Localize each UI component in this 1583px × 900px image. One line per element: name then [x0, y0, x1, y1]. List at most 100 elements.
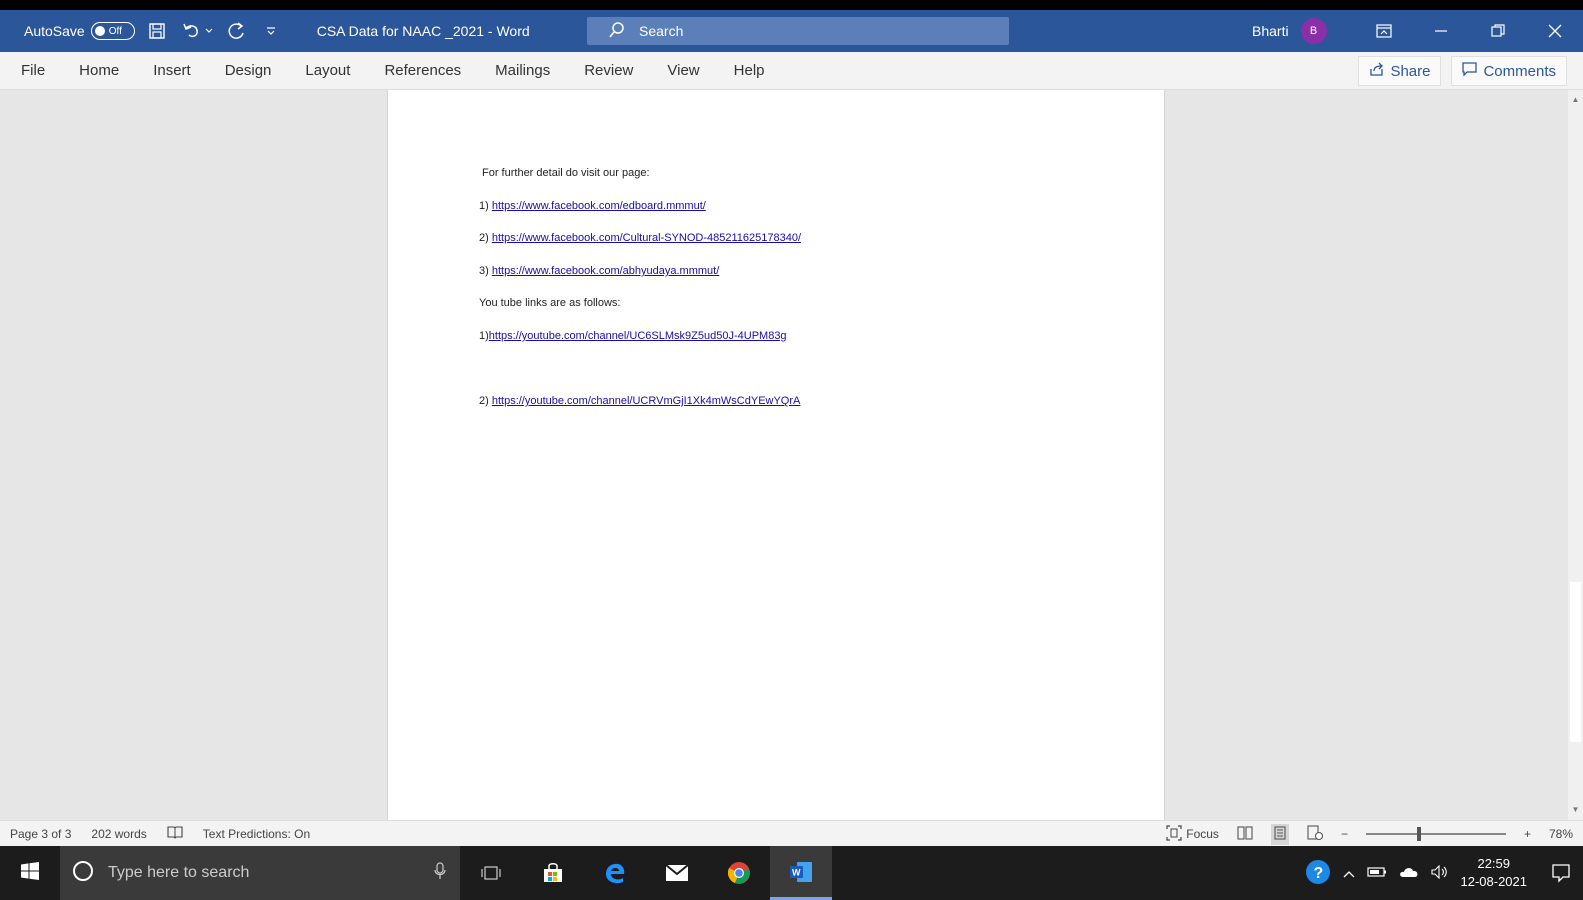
hyperlink[interactable]: https://www.facebook.com/edboard.mmmut/ [492, 200, 706, 212]
undo-dropdown-icon[interactable] [203, 19, 215, 43]
microphone-icon[interactable] [434, 861, 446, 885]
fb-link-line-3: 3) https://www.facebook.com/abhyudaya.mm… [479, 265, 719, 277]
comments-button[interactable]: Comments [1451, 56, 1567, 86]
svg-text:W: W [792, 867, 801, 877]
autosave-label: AutoSave [24, 23, 85, 39]
scroll-up-icon[interactable]: ▲ [1568, 92, 1583, 107]
zoom-out-button[interactable]: − [1341, 827, 1348, 841]
title-bar: AutoSave Off CSA Data for NAAC _2021 - W… [0, 10, 1583, 52]
proofing-book-icon[interactable] [167, 825, 183, 842]
fb-link-line-1: 1) https://www.facebook.com/edboard.mmmu… [479, 200, 706, 212]
document-page[interactable]: For further detail do visit our page: 1)… [387, 90, 1165, 820]
scroll-down-icon[interactable]: ▼ [1568, 802, 1583, 817]
notifications-icon[interactable] [1539, 863, 1583, 883]
edge-browser-icon[interactable] [584, 846, 646, 900]
redo-icon[interactable] [225, 19, 249, 43]
restore-icon[interactable] [1469, 10, 1526, 52]
tab-layout[interactable]: Layout [288, 62, 367, 79]
youtube-intro-text: You tube links are as follows: [479, 297, 620, 309]
tab-design[interactable]: Design [208, 62, 289, 79]
tab-help[interactable]: Help [717, 62, 782, 79]
tab-file[interactable]: File [0, 62, 62, 79]
onedrive-icon[interactable] [1399, 866, 1419, 881]
volume-icon[interactable] [1430, 864, 1449, 882]
search-box[interactable]: Search [587, 17, 1009, 45]
microsoft-store-icon[interactable] [522, 846, 584, 900]
share-label: Share [1390, 62, 1431, 80]
clock[interactable]: 22:59 12-08-2021 [1461, 855, 1528, 891]
undo-icon[interactable] [179, 19, 203, 43]
chrome-icon[interactable] [708, 846, 770, 900]
youtube-intro-content: You tube links are as follows: [479, 297, 621, 309]
cortana-icon [72, 860, 94, 887]
windows-logo-icon [21, 861, 39, 885]
autosave[interactable]: AutoSave Off [24, 22, 135, 40]
status-bar: Page 3 of 3 202 words Text Predictions: … [0, 820, 1583, 846]
page-count[interactable]: Page 3 of 3 [10, 827, 71, 841]
document-canvas[interactable]: For further detail do visit our page: 1)… [0, 90, 1583, 820]
autosave-toggle[interactable]: Off [90, 22, 135, 40]
word-count[interactable]: 202 words [91, 827, 146, 841]
tab-home[interactable]: Home [62, 62, 136, 79]
text-predictions-status[interactable]: Text Predictions: On [203, 827, 310, 841]
clock-date: 12-08-2021 [1460, 874, 1528, 889]
show-hidden-icons-icon[interactable] [1343, 866, 1355, 881]
minimize-icon[interactable] [1412, 10, 1469, 52]
fb-link-line-2: 2) https://www.facebook.com/Cultural-SYN… [479, 232, 801, 244]
print-layout-icon[interactable] [1270, 823, 1289, 845]
close-icon[interactable] [1526, 10, 1583, 52]
svg-text:?: ? [1313, 865, 1323, 882]
list-number: 2) [479, 395, 492, 407]
ribbon-display-options-icon[interactable] [1355, 10, 1412, 52]
customize-toolbar-icon[interactable] [259, 19, 283, 43]
help-app-icon[interactable]: ? [1305, 859, 1331, 888]
hyperlink[interactable]: https://youtube.com/channel/UCRVmGjI1Xk4… [492, 395, 801, 407]
system-tray: ? 22:59 12-08-2021 [1305, 846, 1583, 900]
window-controls [1355, 10, 1583, 52]
zoom-in-button[interactable]: + [1524, 827, 1531, 841]
vertical-scrollbar[interactable]: ▲ ▼ [1568, 90, 1583, 820]
tab-review[interactable]: Review [567, 62, 650, 79]
search-icon [609, 21, 625, 41]
web-layout-icon[interactable] [1307, 824, 1323, 844]
intro-text-content: For further detail do visit our page: [482, 167, 650, 179]
mail-icon[interactable] [646, 846, 708, 900]
avatar[interactable]: B [1300, 18, 1327, 44]
tab-mailings[interactable]: Mailings [478, 62, 567, 79]
word-app-icon[interactable]: W [770, 846, 832, 900]
zoom-slider[interactable] [1365, 827, 1506, 841]
share-button[interactable]: Share [1358, 56, 1442, 86]
zoom-slider-thumb[interactable] [1416, 827, 1421, 841]
list-number: 2) [479, 232, 492, 244]
account[interactable]: Bharti B [1252, 10, 1327, 52]
ribbon-actions: Share Comments [1358, 56, 1567, 86]
tab-view[interactable]: View [650, 62, 716, 79]
tab-references[interactable]: References [367, 62, 478, 79]
read-mode-icon[interactable] [1237, 825, 1253, 843]
zoom-level[interactable]: 78% [1549, 827, 1573, 841]
task-view-icon[interactable] [460, 846, 522, 900]
ribbon-menu: File Home Insert Design Layout Reference… [0, 52, 1583, 90]
tab-insert[interactable]: Insert [136, 62, 208, 79]
scroll-thumb[interactable] [1570, 582, 1581, 742]
share-icon [1369, 62, 1384, 81]
comment-icon [1462, 62, 1478, 80]
list-number: 3) [479, 265, 492, 277]
save-icon[interactable] [145, 19, 169, 43]
hyperlink[interactable]: https://www.facebook.com/Cultural-SYNOD-… [492, 232, 801, 244]
document-title: CSA Data for NAAC _2021 - Word [316, 23, 530, 39]
hyperlink[interactable]: https://youtube.com/channel/UC6SLMsk9Z5u… [489, 330, 787, 342]
list-number: 1) [479, 200, 492, 212]
comments-label: Comments [1483, 62, 1556, 80]
autosave-state: Off [108, 25, 122, 37]
focus-mode-button[interactable]: Focus [1166, 824, 1219, 844]
clock-time: 22:59 [1477, 856, 1511, 871]
toggle-knob [94, 26, 105, 36]
battery-icon[interactable] [1366, 866, 1387, 881]
yt-link-line-1: 1)https://youtube.com/channel/UC6SLMsk9Z… [479, 330, 787, 342]
taskbar-search-box[interactable]: Type here to search [60, 846, 460, 900]
start-button[interactable] [0, 846, 60, 900]
taskbar-search-placeholder: Type here to search [108, 864, 250, 881]
search-placeholder: Search [639, 23, 684, 39]
hyperlink[interactable]: https://www.facebook.com/abhyudaya.mmmut… [492, 265, 719, 277]
